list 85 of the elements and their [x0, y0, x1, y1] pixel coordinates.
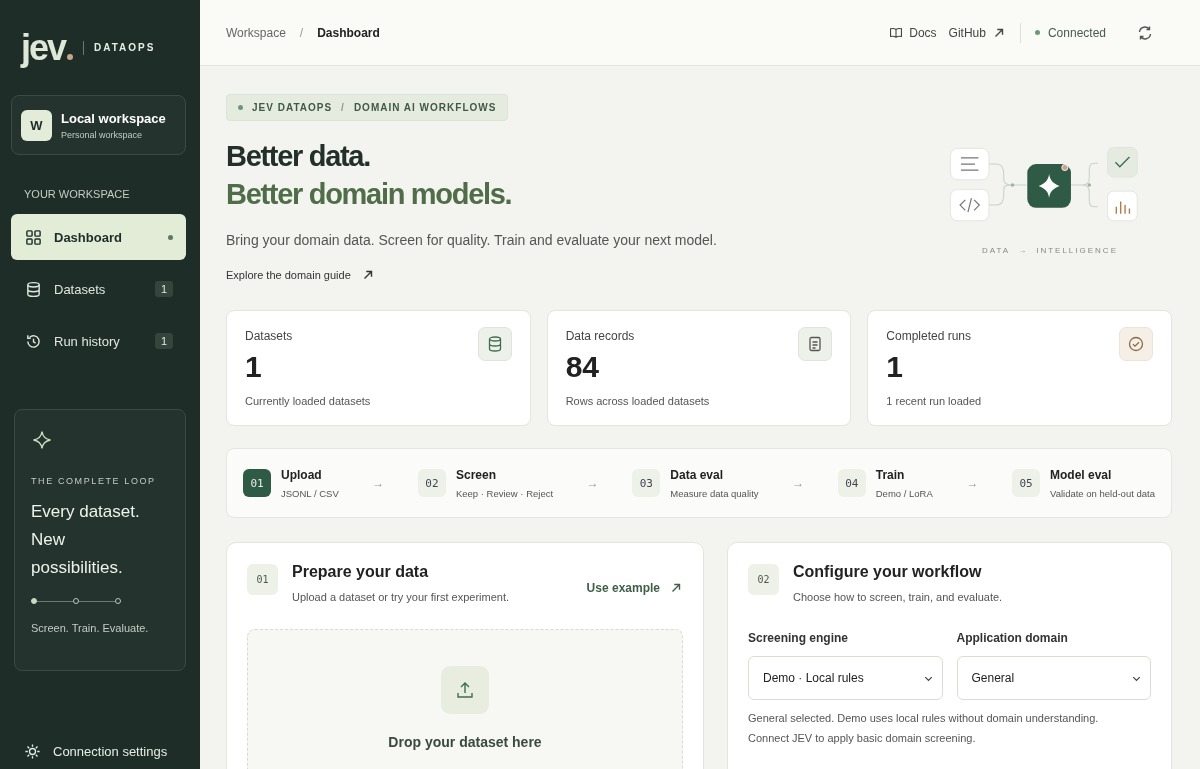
stat-note: Currently loaded datasets — [245, 395, 372, 407]
step-number[interactable]: 04 — [837, 469, 866, 497]
nav-item[interactable]: Datasets 1 — [11, 266, 186, 312]
connection-status: Connected — [1034, 25, 1106, 40]
breadcrumb-link[interactable]: Dashboard — [317, 25, 380, 40]
card-title: Configure your workflow — [793, 563, 983, 581]
step-title: Train — [875, 467, 906, 482]
count-badge: 1 — [154, 333, 173, 349]
loop-caption: Screen. Train. Evaluate. — [31, 622, 150, 634]
docs-link[interactable]: Docs — [889, 25, 937, 40]
grid-icon — [25, 228, 42, 246]
breadcrumb-link[interactable]: Workspace — [226, 25, 286, 40]
card-subtitle: Upload a dataset or try your first experiment. — [292, 591, 511, 603]
nav-item[interactable]: Dashboard — [11, 214, 186, 260]
sparkle-icon — [32, 430, 52, 450]
stat-note: Rows across loaded datasets — [565, 395, 711, 407]
hero-title-accent: Better domain models. — [226, 177, 512, 212]
select-field[interactable]: General — [956, 656, 1151, 700]
select-field[interactable]: Demo · Local rules — [748, 656, 943, 700]
section-number: 02 — [748, 564, 779, 595]
book-icon — [889, 25, 904, 40]
loop-headline: possibilities. — [31, 557, 124, 579]
upload-icon — [455, 680, 475, 700]
step-subtitle: JSONL / CSV — [281, 487, 339, 499]
step-title: Screen — [455, 467, 497, 482]
refresh-icon — [1136, 23, 1154, 42]
step-number[interactable]: 05 — [1012, 469, 1040, 497]
field-label: Screening engine — [748, 631, 850, 645]
card-subtitle: Choose how to screen, train, and evaluate. — [793, 591, 1004, 603]
use-example-link[interactable]: Use example — [586, 581, 683, 595]
active-dot — [168, 234, 173, 240]
field-label: Application domain — [956, 631, 1069, 645]
stat-value: 1 — [245, 349, 263, 385]
connection-settings-link[interactable]: Connection settings — [11, 741, 186, 761]
workspace-avatar: W — [21, 109, 52, 141]
step-arrow: → — [586, 476, 599, 490]
help-text: General selected. Demo uses local rules without domain understanding. — [748, 712, 1100, 724]
step-subtitle: Demo / LoRA — [875, 487, 933, 499]
step-subtitle: Validate on held-out data — [1050, 487, 1155, 499]
hero-tag: JEV DATAOPS / DOMAIN AI WORKFLOWS — [226, 94, 509, 121]
step-arrow: → — [372, 476, 385, 490]
diagram-caption: INTELLIGENCE — [1036, 246, 1118, 255]
loop-headline: New — [31, 529, 66, 551]
stat-note: 1 recent run loaded — [886, 395, 983, 407]
breadcrumb-separator: / — [299, 25, 304, 40]
logo: jev — [21, 26, 74, 69]
step-subtitle: Measure data quality — [670, 487, 759, 499]
loop-eyebrow: THE COMPLETE LOOP — [31, 476, 157, 486]
loop-headline: Every dataset. — [31, 501, 141, 523]
step-arrow: → — [792, 476, 805, 490]
step-title: Data eval — [670, 467, 725, 482]
stat-label: Completed runs — [886, 329, 972, 343]
diagram-caption: → — [1018, 246, 1029, 255]
step-number[interactable]: 03 — [632, 469, 661, 497]
hero-subtitle: Bring your domain data. Screen for quality. Train and evaluate your next model. — [226, 232, 717, 248]
settings-icon — [24, 742, 41, 760]
section-label: YOUR WORKSPACE — [24, 188, 131, 200]
diagram-caption: DATA — [982, 246, 1011, 255]
stat-label: Data records — [565, 329, 635, 343]
github-link[interactable]: GitHub — [948, 25, 1006, 40]
hero-title: Better data. — [226, 139, 370, 174]
check-circle-icon — [1127, 335, 1145, 353]
dropzone-title: Drop your dataset here — [388, 734, 542, 750]
product-name: DATAOPS — [94, 42, 156, 53]
step-number[interactable]: 02 — [417, 469, 446, 497]
nav-item[interactable]: Run history 1 — [11, 318, 186, 364]
dropzone[interactable]: Drop your dataset here — [247, 629, 683, 769]
stat-label: Datasets — [245, 329, 293, 343]
workspace-name: Local workspace — [61, 110, 166, 126]
workspace-switcher[interactable]: W Local workspace Personal workspace — [11, 95, 186, 155]
domain-guide-link[interactable]: Explore the domain guide — [226, 268, 375, 282]
step-title: Model eval — [1050, 467, 1113, 482]
section-number: 01 — [247, 564, 278, 595]
stat-value: 84 — [565, 349, 601, 385]
history-icon — [25, 332, 42, 350]
workspace-subtitle: Personal workspace — [61, 129, 144, 140]
step-title: Upload — [281, 467, 323, 482]
stat-value: 1 — [886, 349, 904, 385]
step-subtitle: Keep · Review · Reject — [455, 487, 554, 499]
step-arrow: → — [966, 476, 979, 490]
card-title: Prepare your data — [292, 563, 430, 581]
help-text: Connect JEV to apply basic domain screening. — [748, 732, 977, 744]
step-number[interactable]: 01 — [243, 469, 271, 497]
count-badge: 1 — [154, 281, 173, 297]
database-icon — [25, 280, 42, 298]
